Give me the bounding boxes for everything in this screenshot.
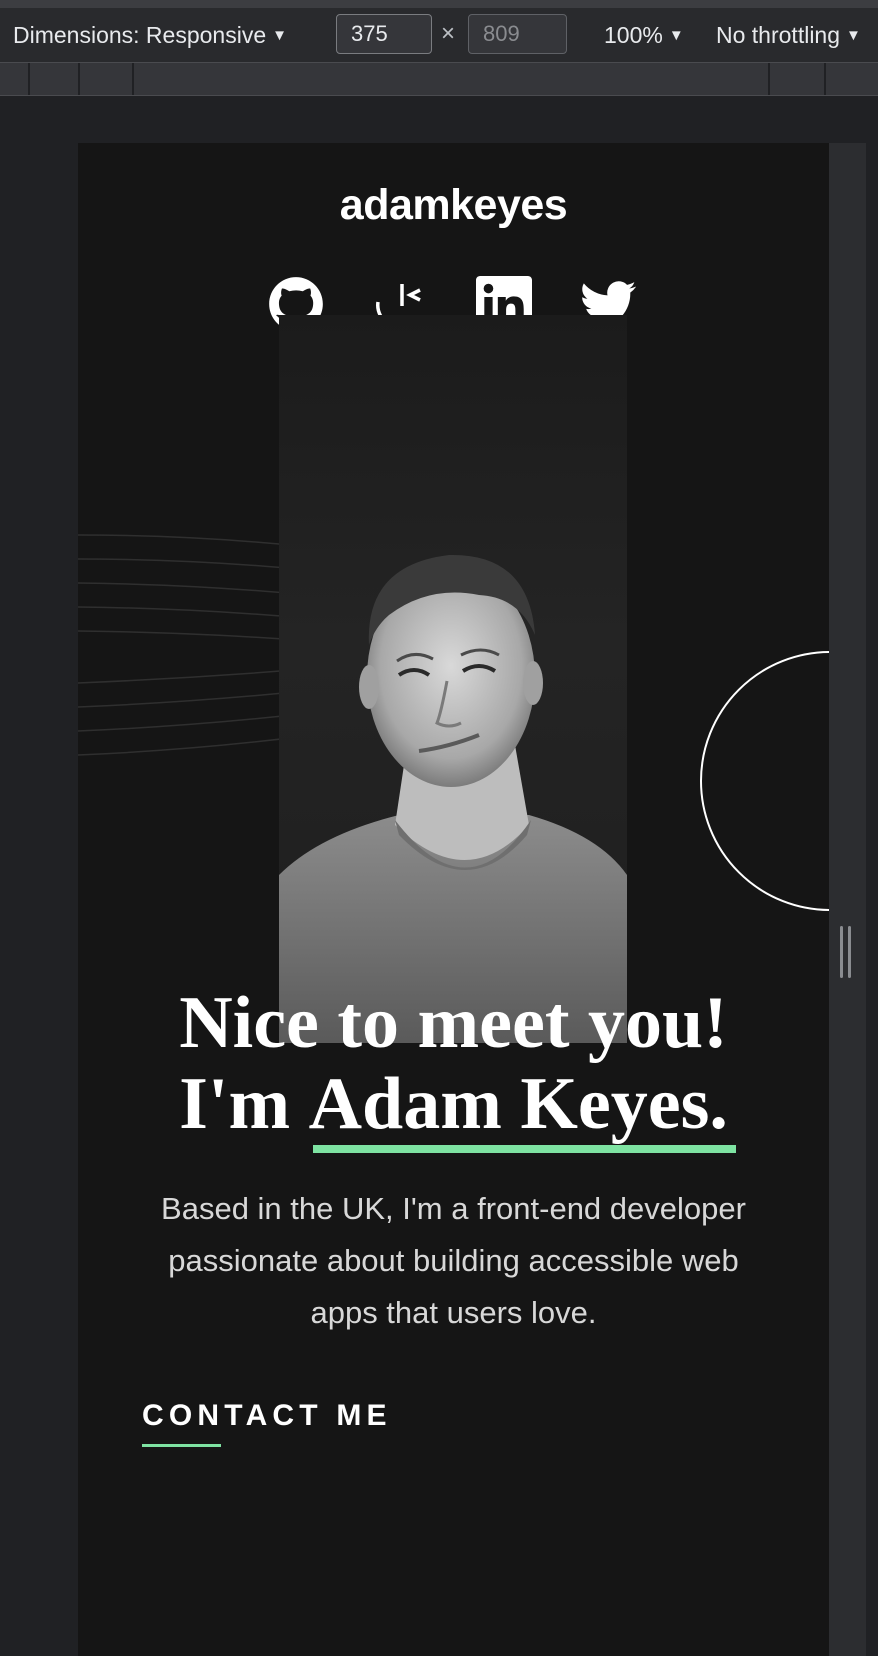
chevron-down-icon: ▼ bbox=[668, 27, 684, 44]
headline-name: Adam Keyes. bbox=[308, 1063, 728, 1145]
devtools-toolbar: Dimensions: Responsive ▼ 375 × 809 100% ▼ … bbox=[0, 0, 878, 62]
dimensions-label: Dimensions: Responsive bbox=[13, 22, 267, 48]
portrait-illustration bbox=[279, 554, 627, 1043]
throttling-label: No throttling bbox=[716, 22, 841, 48]
site-logo[interactable]: adamkeyes bbox=[78, 181, 829, 230]
throttling-dropdown[interactable]: No throttling ▼ bbox=[716, 22, 861, 49]
height-input[interactable]: 809 bbox=[468, 14, 567, 54]
ruler-segment[interactable] bbox=[132, 63, 134, 95]
ruler-segment[interactable] bbox=[78, 63, 80, 95]
resize-handle[interactable] bbox=[840, 926, 854, 978]
headline-line-1: Nice to meet you! bbox=[179, 982, 728, 1064]
width-input[interactable]: 375 bbox=[336, 14, 432, 54]
ruler-segment[interactable] bbox=[824, 63, 826, 95]
contact-me-link[interactable]: CONTACT ME bbox=[142, 1399, 392, 1433]
contact-me-underline bbox=[142, 1444, 221, 1447]
headline-line-2: I'm Adam Keyes. bbox=[78, 1063, 829, 1153]
chevron-down-icon: ▼ bbox=[846, 27, 861, 44]
zoom-label: 100% bbox=[604, 22, 663, 48]
headline-name-wrap: Adam Keyes. bbox=[308, 1063, 736, 1153]
decorative-circle bbox=[700, 651, 829, 911]
profile-photo bbox=[279, 315, 627, 1043]
device-viewport: adamkeyes Nice to meet you! I'm Adam Key… bbox=[78, 143, 829, 1656]
hero-headline: Nice to meet you! I'm Adam Keyes. bbox=[78, 982, 829, 1153]
hero-bio: Based in the UK, I'm a front-end develop… bbox=[161, 1191, 746, 1330]
device-scrollbar[interactable] bbox=[829, 143, 866, 1656]
dimensions-dropdown[interactable]: Dimensions: Responsive ▼ bbox=[13, 22, 287, 49]
times-separator: × bbox=[441, 20, 456, 47]
name-underline bbox=[312, 1145, 736, 1153]
ruler-segment[interactable] bbox=[768, 63, 770, 95]
chevron-down-icon: ▼ bbox=[272, 27, 287, 44]
zoom-dropdown[interactable]: 100% ▼ bbox=[604, 22, 684, 49]
media-query-ruler[interactable] bbox=[0, 62, 878, 96]
ruler-segment[interactable] bbox=[28, 63, 30, 95]
headline-prefix: I'm bbox=[179, 1063, 309, 1145]
